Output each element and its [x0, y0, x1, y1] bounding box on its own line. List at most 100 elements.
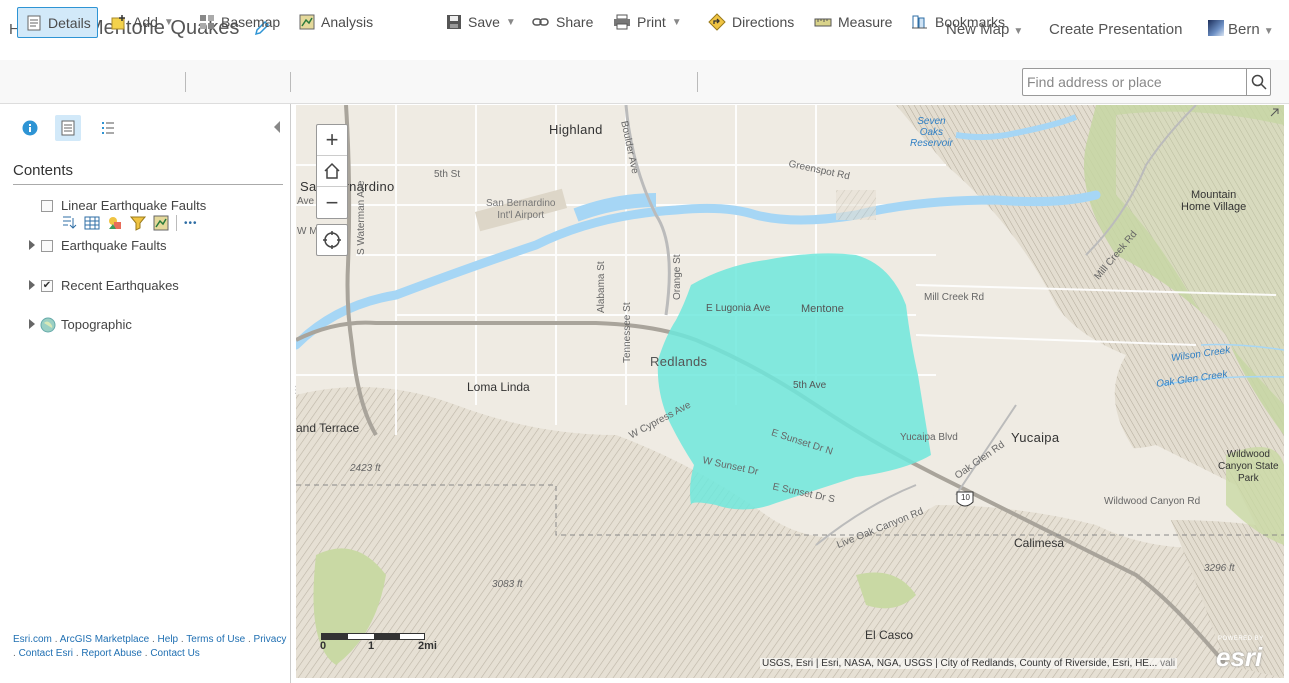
- toolbar-divider: [185, 72, 186, 92]
- show-legend-icon[interactable]: [61, 215, 77, 231]
- tools-divider: [176, 215, 177, 231]
- esri-link[interactable]: Esri.com: [13, 634, 52, 645]
- scale-label: 2mi: [418, 640, 437, 652]
- terms-link[interactable]: Terms of Use: [186, 634, 245, 645]
- printer-icon: [614, 14, 630, 30]
- map-label-calimesa: Calimesa: [1014, 536, 1065, 550]
- save-label: Save: [468, 14, 500, 30]
- bookmarks-button[interactable]: Bookmarks: [911, 7, 1005, 37]
- more-options-icon[interactable]: •••: [184, 218, 198, 229]
- contents-heading: Contents: [13, 162, 74, 179]
- attribution-text: USGS, Esri | Esri, NASA, NGA, USGS | Cit…: [762, 658, 1158, 669]
- content-tab[interactable]: [55, 115, 81, 141]
- default-extent-button[interactable]: [317, 156, 347, 187]
- directions-button[interactable]: Directions: [708, 7, 794, 37]
- layer-label[interactable]: Linear Earthquake Faults: [61, 198, 206, 213]
- layer-visibility-checkbox-checked[interactable]: ✔: [41, 280, 53, 292]
- basemap-label: Basemap: [221, 14, 281, 30]
- map-label-tennessee-st: Tennessee St: [622, 302, 633, 363]
- map-label-orange-st: Orange St: [672, 254, 683, 300]
- contact-esri-link[interactable]: Contact Esri: [19, 648, 73, 659]
- layer-topographic[interactable]: Topographic: [0, 316, 290, 336]
- map-label-loma-linda: Loma Linda: [467, 380, 530, 394]
- avatar[interactable]: [1208, 20, 1224, 36]
- separator: .: [13, 648, 16, 659]
- save-button[interactable]: Save ▼: [446, 7, 516, 37]
- scale-label: 0: [320, 640, 327, 652]
- layer-earthquake-faults[interactable]: Earthquake Faults: [0, 237, 290, 257]
- map-label-alabama-st: Alabama St: [596, 261, 607, 313]
- layer-visibility-checkbox[interactable]: [41, 240, 53, 252]
- map-label-elevation: 3296 ft: [1204, 563, 1235, 574]
- print-button[interactable]: Print ▼: [613, 7, 682, 37]
- map-label-waterman-ave: S Waterman Ave: [356, 180, 367, 255]
- show-table-icon[interactable]: [84, 215, 100, 231]
- layer-label[interactable]: Recent Earthquakes: [61, 278, 179, 293]
- zoom-out-button[interactable]: −: [317, 187, 347, 218]
- search-button[interactable]: [1246, 69, 1271, 95]
- separator: .: [54, 634, 58, 645]
- map-label-elevation: 2423 ft: [350, 463, 381, 474]
- zoom-control: + −: [316, 124, 348, 219]
- analysis-button[interactable]: Analysis: [299, 7, 373, 37]
- share-link-icon: [532, 18, 549, 26]
- map-label-wm: W M: [297, 226, 318, 237]
- map-label-grand-terrace: and Terrace: [296, 421, 360, 435]
- separator: .: [247, 634, 251, 645]
- share-button[interactable]: Share: [532, 7, 593, 37]
- map-label-redlands: Redlands: [650, 354, 708, 369]
- help-link[interactable]: Help: [158, 634, 179, 645]
- user-name: Bern: [1228, 21, 1260, 38]
- bookmarks-icon: [912, 15, 927, 29]
- perform-analysis-icon[interactable]: [153, 215, 169, 231]
- map-label-wildwood-park: Wildwood Canyon State Park: [1218, 449, 1279, 484]
- filter-icon[interactable]: [130, 215, 146, 231]
- separator: .: [151, 634, 155, 645]
- locate-button[interactable]: [316, 224, 348, 256]
- map-label-ave: Ave: [297, 196, 315, 207]
- about-tab[interactable]: [17, 115, 43, 141]
- home-icon: [324, 162, 340, 179]
- map-label-yucaipa: Yucaipa: [1011, 430, 1060, 445]
- separator: .: [75, 648, 79, 659]
- add-button[interactable]: Add ▼: [111, 7, 174, 37]
- separator: .: [144, 648, 148, 659]
- layer-visibility-checkbox[interactable]: [41, 200, 53, 212]
- save-disk-icon: [447, 15, 461, 29]
- expand-arrow-icon[interactable]: [29, 319, 35, 329]
- create-presentation-link[interactable]: Create Presentation: [1049, 21, 1182, 38]
- zoom-in-button[interactable]: +: [317, 125, 347, 156]
- search-input[interactable]: [1023, 69, 1246, 95]
- map-label-e-lugonia-ave: E Lugonia Ave: [706, 303, 771, 314]
- chevron-down-icon: ▼: [1013, 26, 1024, 37]
- expand-map-icon[interactable]: [1268, 107, 1280, 119]
- add-label: Add: [133, 14, 158, 30]
- change-style-icon[interactable]: [107, 215, 123, 231]
- map-label-5th-st: 5th St: [434, 169, 461, 180]
- collapse-panel-icon[interactable]: [274, 121, 280, 133]
- layer-recent-earthquakes[interactable]: ✔ Recent Earthquakes: [0, 277, 290, 297]
- directions-label: Directions: [732, 14, 795, 30]
- marketplace-link[interactable]: ArcGIS Marketplace: [60, 634, 149, 645]
- privacy-link[interactable]: Privacy: [254, 634, 287, 645]
- layer-label[interactable]: Earthquake Faults: [61, 238, 167, 253]
- report-abuse-link[interactable]: Report Abuse: [81, 648, 142, 659]
- map-label-5th-ave: 5th Ave: [793, 380, 827, 391]
- layer-label[interactable]: Topographic: [61, 317, 132, 332]
- chevron-down-icon: ▼: [163, 16, 174, 28]
- chevron-down-icon: ▼: [505, 16, 516, 28]
- map-attribution[interactable]: USGS, Esri | Esri, NASA, NGA, USGS | Cit…: [760, 658, 1178, 669]
- legend-tab[interactable]: [95, 115, 121, 141]
- footer-links: Esri.com . ArcGIS Marketplace . Help . T…: [13, 633, 288, 661]
- expand-arrow-icon[interactable]: [29, 280, 35, 290]
- map-view[interactable]: Highland San Bernardino San Bernardino I…: [296, 105, 1284, 678]
- details-button[interactable]: Details: [17, 7, 98, 38]
- basemap-button[interactable]: Basemap: [199, 7, 280, 37]
- esri-logo[interactable]: POWERED BY esri: [1216, 636, 1274, 672]
- contact-us-link[interactable]: Contact Us: [150, 648, 199, 659]
- user-menu[interactable]: Bern ▼: [1228, 21, 1274, 38]
- expand-arrow-icon[interactable]: [29, 240, 35, 250]
- map-label-seven-oaks-reservoir: Seven Oaks Reservoir: [910, 116, 953, 149]
- legend-icon: [102, 122, 114, 134]
- measure-button[interactable]: Measure: [814, 7, 892, 37]
